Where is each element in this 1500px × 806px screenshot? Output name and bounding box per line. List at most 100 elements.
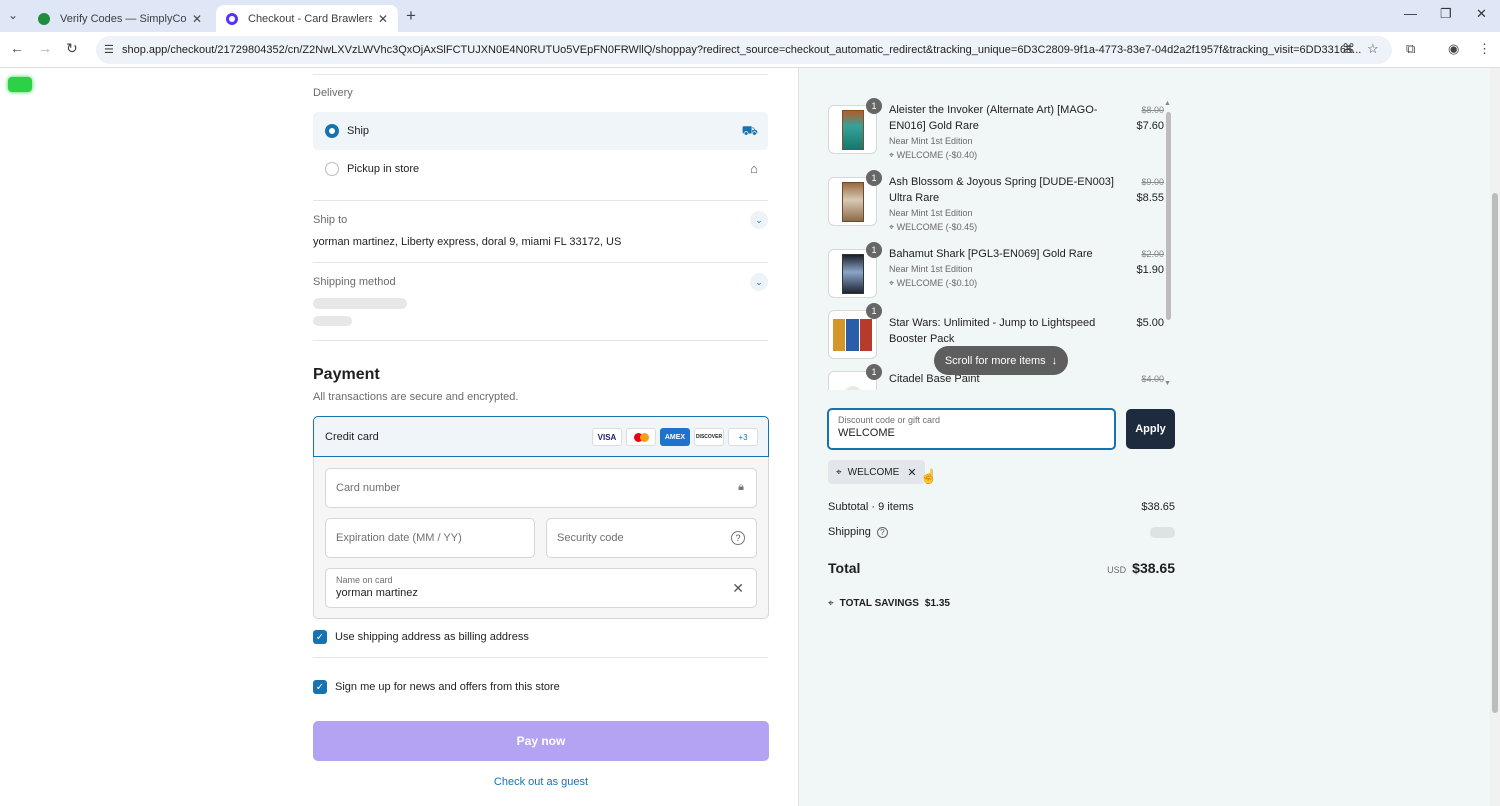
quantity-badge: 1 bbox=[866, 242, 882, 258]
card-number-placeholder: Card number bbox=[336, 482, 401, 494]
arrow-down-icon: ↓ bbox=[1051, 354, 1058, 367]
ship-to-address: yorman martinez, Liberty express, doral … bbox=[313, 236, 622, 248]
expiration-placeholder: Expiration date (MM / YY) bbox=[336, 532, 462, 544]
discover-icon: DISCOVER bbox=[694, 428, 724, 446]
item-discount: ⌖ WELCOME (-$0.40) bbox=[889, 148, 1124, 162]
extensions-icon[interactable]: ⧉ bbox=[1406, 41, 1415, 57]
pay-now-button[interactable]: Pay now bbox=[313, 721, 769, 761]
scroll-hint-label: Scroll for more items bbox=[944, 354, 1046, 367]
credit-card-label: Credit card bbox=[325, 430, 379, 443]
subtotal-label: Subtotal · 9 items bbox=[828, 501, 914, 513]
page-scrollbar[interactable] bbox=[1490, 68, 1500, 806]
credit-card-option[interactable]: Credit card VISA AMEX DISCOVER +3 bbox=[313, 416, 769, 457]
total-savings-value: $1.35 bbox=[924, 598, 950, 609]
item-variant: Near Mint 1st Edition bbox=[889, 208, 973, 218]
billing-same-checkbox-row[interactable]: ✓ Use shipping address as billing addres… bbox=[313, 630, 529, 644]
scroll-down-icon[interactable]: ▼ bbox=[1164, 380, 1171, 387]
help-icon[interactable]: ? bbox=[876, 527, 888, 538]
item-discount-text: WELCOME (-$0.10) bbox=[896, 278, 978, 288]
pickup-label: Pickup in store bbox=[347, 163, 420, 175]
tab-title: Checkout - Card Brawlers bbox=[248, 12, 372, 25]
total-row: Total USD $38.65 bbox=[828, 560, 1175, 576]
new-tab-icon[interactable]: + bbox=[406, 6, 416, 26]
payment-subtitle: All transactions are secure and encrypte… bbox=[313, 391, 519, 403]
name-on-card-input[interactable]: Name on card yorman martinez ✕ bbox=[325, 568, 757, 608]
items-scrollbar[interactable]: ▲ ▼ bbox=[1164, 100, 1173, 390]
menu-icon[interactable]: ⋮ bbox=[1478, 41, 1491, 57]
browser-toolbar: ← → ↻ ☰ shop.app/checkout/21729804352/cn… bbox=[0, 32, 1500, 68]
tab-search-icon[interactable]: ⌄ bbox=[8, 8, 18, 22]
page-content: Delivery Ship ⛟ Pickup in store ⌂ Ship t… bbox=[0, 68, 1500, 806]
item-final-price: $1.90 bbox=[1136, 264, 1164, 276]
back-icon[interactable]: ← bbox=[10, 40, 24, 56]
item-name: Ash Blossom & Joyous Spring [DUDE-EN003]… bbox=[889, 176, 1114, 204]
newsletter-checkbox-row[interactable]: ✓ Sign me up for news and offers from th… bbox=[313, 680, 560, 694]
tag-icon: ⌖ bbox=[836, 466, 842, 478]
item-name: Star Wars: Unlimited - Jump to Lightspee… bbox=[889, 317, 1096, 345]
profile-icon[interactable]: ◉ bbox=[1448, 41, 1459, 57]
close-window-icon[interactable]: ✕ bbox=[1476, 6, 1487, 22]
shipping-method-chevron-icon[interactable]: ⌄ bbox=[750, 273, 768, 291]
tab-checkout[interactable]: Checkout - Card Brawlers ✕ bbox=[216, 5, 398, 32]
clear-icon[interactable]: ✕ bbox=[732, 580, 744, 597]
applied-discount-code: WELCOME bbox=[847, 466, 900, 478]
scroll-up-icon[interactable]: ▲ bbox=[1164, 100, 1171, 107]
checkbox-checked-icon[interactable]: ✓ bbox=[313, 630, 327, 644]
delivery-option-ship[interactable]: Ship ⛟ bbox=[313, 112, 768, 150]
total-savings: ⌖ TOTAL SAVINGS $1.35 bbox=[828, 598, 950, 609]
name-on-card-label: Name on card bbox=[336, 575, 393, 585]
item-final-price: $7.60 bbox=[1136, 120, 1164, 132]
item-details: Bahamut Shark [PGL3-EN069] Gold Rare Near… bbox=[889, 246, 1124, 290]
item-original-price: $4.00 bbox=[1141, 374, 1164, 384]
delivery-option-pickup[interactable]: Pickup in store ⌂ bbox=[313, 150, 768, 188]
security-code-input[interactable]: Security code ? bbox=[546, 518, 757, 558]
visa-icon: VISA bbox=[592, 428, 622, 446]
checkout-as-guest-link[interactable]: Check out as guest bbox=[313, 776, 769, 788]
pickup-radio[interactable] bbox=[325, 162, 339, 176]
item-discount: ⌖ WELCOME (-$0.10) bbox=[889, 276, 1124, 290]
maximize-icon[interactable]: ❐ bbox=[1440, 6, 1452, 22]
truck-icon: ⛟ bbox=[741, 123, 758, 138]
translate-icon[interactable]: ⌘ bbox=[1342, 41, 1355, 57]
mastercard-icon bbox=[626, 428, 656, 446]
expiration-input[interactable]: Expiration date (MM / YY) bbox=[325, 518, 535, 558]
line-item: 1 Ash Blossom & Joyous Spring [DUDE-EN00… bbox=[828, 170, 1164, 244]
discount-code-input[interactable]: Discount code or gift card WELCOME bbox=[827, 408, 1116, 450]
card-number-input[interactable]: Card number 🔒︎ bbox=[325, 468, 757, 508]
apply-button[interactable]: Apply bbox=[1126, 409, 1175, 449]
browser-tab-strip: ⌄ Verify Codes — SimplyCodes ✕ Checkout … bbox=[0, 0, 1500, 32]
close-tab-icon[interactable]: ✕ bbox=[378, 12, 388, 26]
item-price: $5.00 bbox=[1136, 315, 1164, 331]
remove-discount-icon[interactable]: ✕ bbox=[907, 466, 916, 479]
page-scroll-thumb[interactable] bbox=[1492, 193, 1498, 713]
close-tab-icon[interactable]: ✕ bbox=[192, 12, 202, 26]
total-amount: USD $38.65 bbox=[1107, 560, 1175, 576]
scroll-more-items-button[interactable]: Scroll for more items ↓ bbox=[934, 346, 1068, 375]
ship-to-chevron-icon[interactable]: ⌄ bbox=[750, 211, 768, 229]
quantity-badge: 1 bbox=[866, 170, 882, 186]
forward-icon[interactable]: → bbox=[38, 40, 52, 56]
item-discount: ⌖ WELCOME (-$0.45) bbox=[889, 220, 1124, 234]
item-discount-text: WELCOME (-$0.40) bbox=[896, 150, 978, 160]
item-name: Bahamut Shark [PGL3-EN069] Gold Rare bbox=[889, 248, 1093, 260]
item-final-price: $5.00 bbox=[1136, 317, 1164, 329]
name-on-card-value: yorman martinez bbox=[336, 587, 418, 599]
checkbox-checked-icon[interactable]: ✓ bbox=[313, 680, 327, 694]
bookmark-star-icon[interactable]: ☆ bbox=[1367, 41, 1379, 57]
item-name: Aleister the Invoker (Alternate Art) [MA… bbox=[889, 104, 1098, 132]
tag-icon: ⌖ bbox=[889, 278, 897, 288]
site-info-icon[interactable]: ☰ bbox=[104, 43, 114, 56]
tab-verify-codes[interactable]: Verify Codes — SimplyCodes ✕ bbox=[28, 5, 212, 32]
address-bar[interactable]: ☰ shop.app/checkout/21729804352/cn/Z2NwL… bbox=[96, 36, 1392, 64]
item-original-price: $2.00 bbox=[1141, 249, 1164, 259]
extension-badge[interactable] bbox=[8, 77, 32, 92]
billing-same-label: Use shipping address as billing address bbox=[335, 631, 529, 643]
help-icon[interactable]: ? bbox=[731, 531, 745, 545]
item-price: $8.00 $7.60 bbox=[1136, 102, 1164, 134]
item-variant: Near Mint 1st Edition bbox=[889, 264, 973, 274]
scroll-thumb[interactable] bbox=[1166, 112, 1171, 320]
ship-radio[interactable] bbox=[325, 124, 339, 138]
minimize-icon[interactable]: — bbox=[1404, 6, 1417, 21]
reload-icon[interactable]: ↻ bbox=[66, 40, 78, 57]
item-original-price: $8.00 bbox=[1141, 105, 1164, 115]
